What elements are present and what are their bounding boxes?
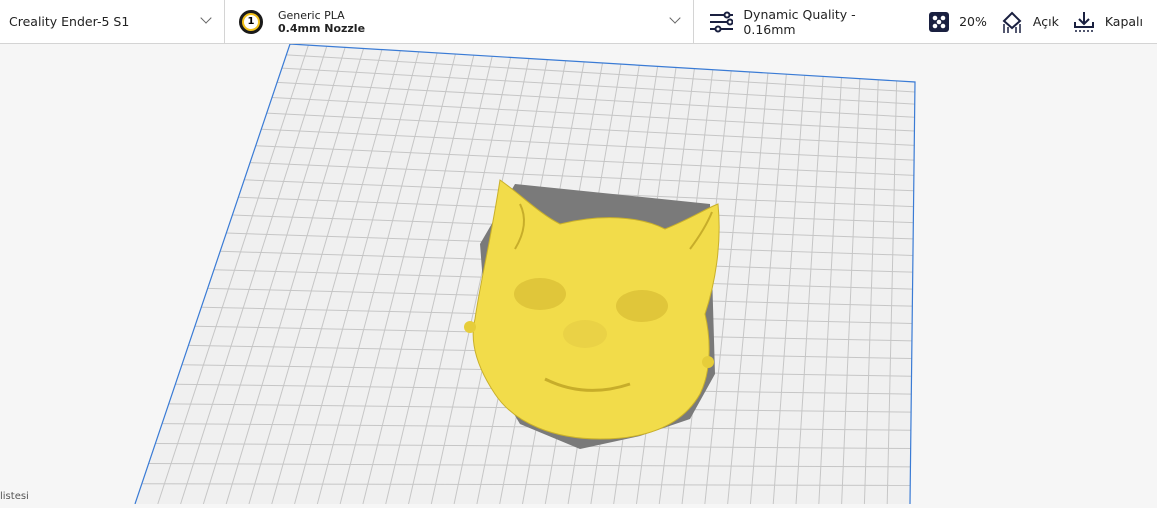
adhesion-icon — [1073, 11, 1094, 32]
printer-selector[interactable]: Creality Ender-5 S1 — [0, 0, 225, 44]
infill-icon — [929, 11, 950, 32]
material-name: Generic PLA — [278, 8, 345, 22]
nozzle-size: 0.4mm Nozzle — [278, 21, 366, 35]
support-icon — [1002, 11, 1022, 33]
infill-label: 20% — [959, 14, 987, 29]
adhesion-label: Kapalı — [1104, 14, 1143, 29]
print-settings-button[interactable]: Dynamic Quality - 0.16mm 20% Açık Kapalı — [694, 7, 1157, 37]
printer-name: Creality Ender-5 S1 — [9, 14, 130, 29]
support-label: Açık — [1032, 14, 1059, 29]
3d-viewport[interactable] — [0, 43, 1157, 505]
chevron-down-icon — [200, 11, 212, 24]
extruder-icon: 1 — [239, 9, 263, 34]
object-list-toggle[interactable]: listesi — [0, 491, 29, 502]
top-toolbar: Creality Ender-5 S1 1 Generic PLA 0.4mm … — [0, 0, 1157, 44]
sliders-icon — [710, 11, 734, 32]
material-selector[interactable]: 1 Generic PLA 0.4mm Nozzle — [225, 0, 694, 44]
extruder-number: 1 — [244, 14, 258, 29]
chevron-down-icon — [669, 11, 681, 24]
profile-label: Dynamic Quality - 0.16mm — [743, 6, 856, 37]
